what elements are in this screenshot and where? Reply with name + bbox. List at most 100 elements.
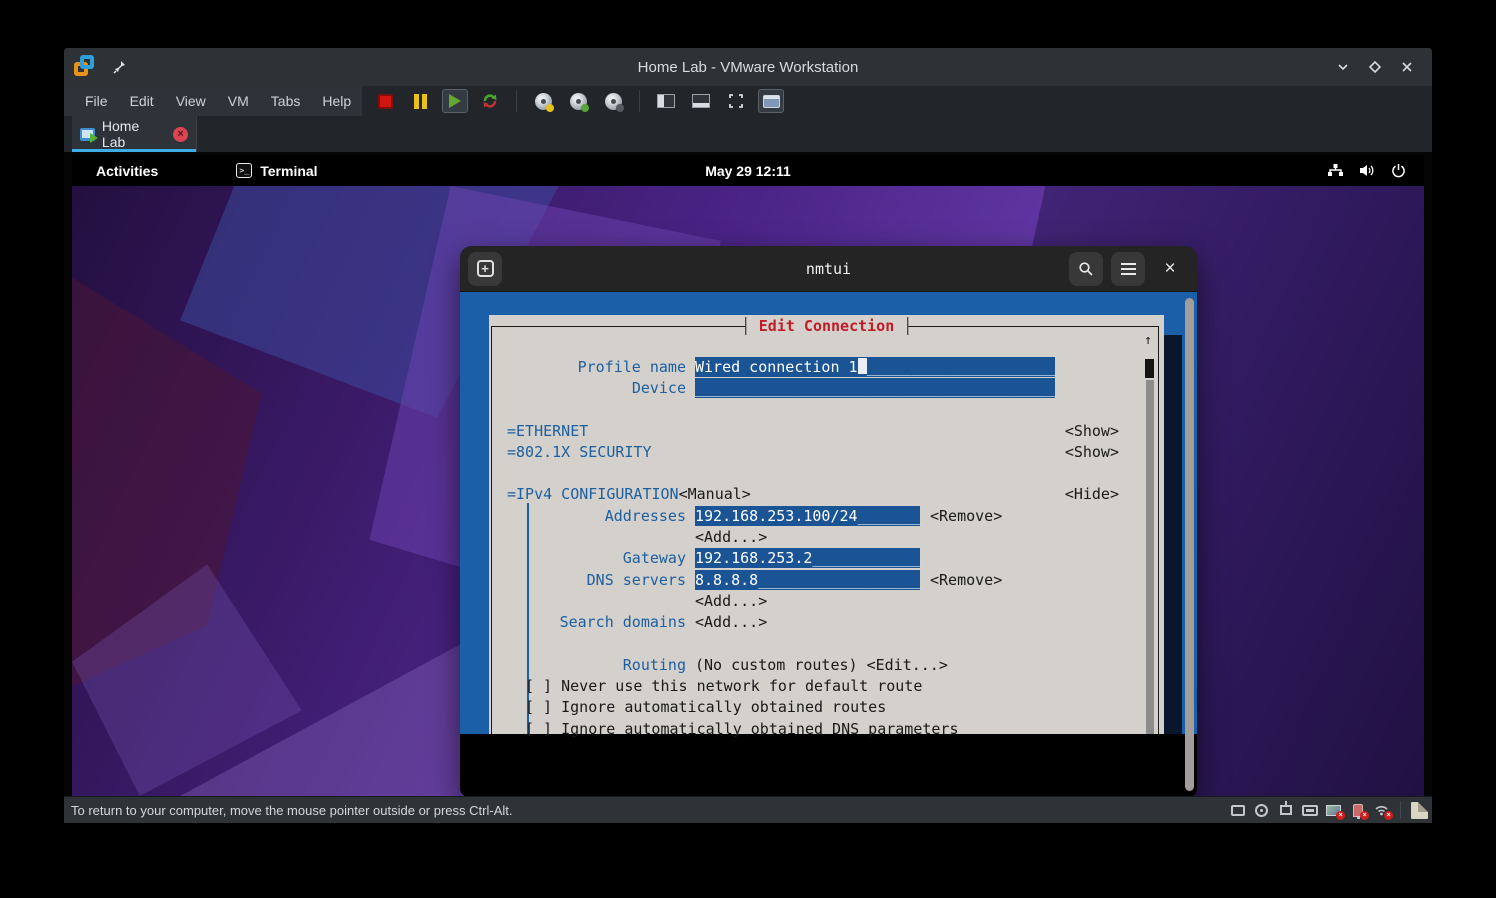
terminal-titlebar[interactable]: + nmtui × <box>460 246 1197 292</box>
snapshot-manager-button[interactable] <box>600 89 626 113</box>
nmtui-dialog: Edit Connection ↑ Profile name Wired con… <box>489 315 1164 734</box>
gateway-row: Gateway 192.168.253.2____________ <box>505 548 1148 569</box>
network-adapter-icon[interactable] <box>1277 803 1294 818</box>
addresses-remove-button[interactable]: <Remove> <box>930 507 1002 525</box>
fullscreen-icon <box>728 93 744 109</box>
ipv4-section-label: IPv4 CONFIGURATION <box>516 485 679 503</box>
ignore-routes-checkbox[interactable]: [ ] <box>525 698 552 716</box>
hamburger-menu-icon <box>1121 263 1136 275</box>
show-library-button[interactable] <box>653 89 679 113</box>
status-message: To return to your computer, move the mou… <box>71 803 512 818</box>
profile-name-label: Profile name <box>505 358 686 376</box>
power-on-button[interactable] <box>442 89 468 113</box>
menu-view[interactable]: View <box>165 86 217 116</box>
menu-tabs[interactable]: Tabs <box>260 86 312 116</box>
stop-icon <box>378 94 393 109</box>
security-section-label: 802.1X SECURITY <box>516 443 651 461</box>
device-label: Device <box>505 379 686 397</box>
search-icon <box>1078 261 1094 277</box>
ignore-dns-checkbox[interactable]: [ ] <box>525 720 552 738</box>
ethernet-section-label: ETHERNET <box>516 422 588 440</box>
ipv4-section-row: = IPv4 CONFIGURATION <Manual> <Hide> <box>505 484 1148 505</box>
addresses-add-button[interactable]: <Add...> <box>695 528 767 546</box>
text-cursor <box>858 358 867 374</box>
device-input[interactable]: ________________________________________ <box>695 378 1055 398</box>
dns-add-row: <Add...> <box>505 590 1148 611</box>
suspend-button[interactable] <box>407 89 433 113</box>
dns-label: DNS servers <box>505 571 686 589</box>
wifi-error-badge: × <box>1384 811 1393 820</box>
menu-help[interactable]: Help <box>311 86 362 116</box>
volume-icon <box>1359 163 1376 178</box>
console-view-button[interactable] <box>758 89 784 113</box>
maximize-button[interactable] <box>1364 56 1386 78</box>
restart-icon <box>481 92 499 110</box>
cd-rom-icon[interactable] <box>1253 803 1270 818</box>
play-icon <box>449 94 461 108</box>
system-status-area[interactable] <box>1327 163 1424 178</box>
vmware-window: Home Lab - VMware Workstation File Edit … <box>64 48 1432 823</box>
virtual-tab-icon[interactable] <box>1301 803 1318 818</box>
vm-tab-home-lab[interactable]: Home Lab × <box>72 116 196 152</box>
power-icon <box>1391 163 1406 178</box>
security-show-button[interactable]: <Show> <box>1065 443 1119 461</box>
usb-error-badge: × <box>1360 811 1369 820</box>
gateway-input[interactable]: 192.168.253.2____________ <box>695 548 920 568</box>
routing-value: (No custom routes) <box>695 656 858 674</box>
dns-input[interactable]: 8.8.8.8__________________ <box>695 570 920 590</box>
network-wired-icon <box>1327 163 1344 178</box>
wifi-icon[interactable]: × <box>1373 803 1390 818</box>
menu-button[interactable] <box>1111 252 1145 286</box>
fullscreen-button[interactable] <box>723 89 749 113</box>
usb-icon[interactable]: × <box>1349 803 1366 818</box>
tab-close-button[interactable]: × <box>173 127 188 142</box>
new-tab-button[interactable]: + <box>468 252 502 286</box>
screen: Home Lab - VMware Workstation File Edit … <box>0 0 1496 898</box>
search-button[interactable] <box>1069 252 1103 286</box>
ipv4-mode-value[interactable]: <Manual> <box>679 485 751 503</box>
restart-button[interactable] <box>477 89 503 113</box>
vmware-logo-icon <box>74 55 104 79</box>
terminal-scrollbar[interactable] <box>1185 298 1194 791</box>
minimize-button[interactable] <box>1332 56 1354 78</box>
show-thumbnail-bar-button[interactable] <box>688 89 714 113</box>
dns-add-button[interactable]: <Add...> <box>695 592 767 610</box>
close-button[interactable] <box>1396 56 1418 78</box>
ignore-routes-label: Ignore automatically obtained routes <box>561 698 886 716</box>
vm-tab-label: Home Lab <box>102 118 166 150</box>
revert-snapshot-button[interactable] <box>565 89 591 113</box>
default-route-checkbox[interactable]: [ ] <box>525 677 552 695</box>
ignore-dns-checkbox-row: [ ] Ignore automatically obtained DNS pa… <box>505 718 1148 739</box>
menu-vm[interactable]: VM <box>217 86 260 116</box>
pin-icon <box>112 59 128 75</box>
profile-name-input[interactable]: Wired connection 1_____________________ <box>695 357 1055 377</box>
dialog-shadow <box>1164 335 1182 734</box>
hard-disk-icon[interactable] <box>1229 803 1246 818</box>
scroll-up-indicator: ↑ <box>1144 333 1152 348</box>
addresses-row: Addresses 192.168.253.100/24_______ <Rem… <box>505 505 1148 526</box>
ipv4-hide-button[interactable]: <Hide> <box>1065 485 1119 503</box>
clock[interactable]: May 29 12:11 <box>72 163 1424 179</box>
ethernet-show-button[interactable]: <Show> <box>1065 422 1119 440</box>
search-domains-row: Search domains <Add...> <box>505 612 1148 633</box>
vmware-titlebar[interactable]: Home Lab - VMware Workstation <box>64 48 1432 86</box>
menu-file[interactable]: File <box>74 86 119 116</box>
display-icon[interactable]: × <box>1325 803 1342 818</box>
pause-icon <box>414 94 427 109</box>
terminal-window: + nmtui × <box>460 246 1197 797</box>
device-status-icons: × × × <box>1229 801 1432 819</box>
power-off-button[interactable] <box>372 89 398 113</box>
gateway-label: Gateway <box>505 549 686 567</box>
menu-edit[interactable]: Edit <box>119 86 165 116</box>
routing-edit-button[interactable]: <Edit...> <box>867 656 948 674</box>
dns-remove-button[interactable]: <Remove> <box>930 571 1002 589</box>
search-domains-add-button[interactable]: <Add...> <box>695 613 767 631</box>
gnome-top-bar: Activities >_ Terminal May 29 12:11 <box>72 155 1424 186</box>
message-log-icon[interactable] <box>1411 803 1428 818</box>
addresses-input[interactable]: 192.168.253.100/24_______ <box>695 506 920 526</box>
dialog-title: Edit Connection <box>745 317 908 335</box>
display-error-badge: × <box>1336 811 1345 820</box>
terminal-close-button[interactable]: × <box>1153 252 1187 286</box>
take-snapshot-button[interactable] <box>530 89 556 113</box>
security-section-row: = 802.1X SECURITY <Show> <box>505 441 1148 462</box>
